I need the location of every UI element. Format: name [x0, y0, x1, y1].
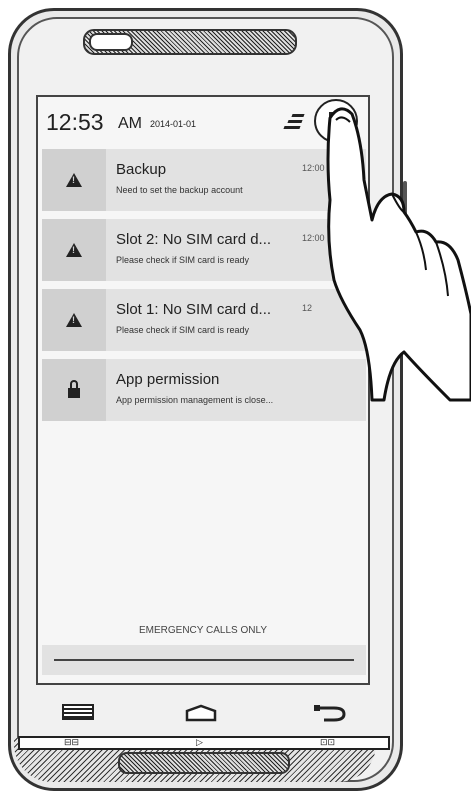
warning-icon — [66, 173, 82, 187]
notification-subtitle: App permission management is close... — [116, 395, 274, 405]
date-label: 2014-01-01 — [150, 119, 197, 129]
notification-subtitle: Need to set the backup account — [116, 185, 243, 195]
home-key-label-icon: ▷ — [196, 737, 203, 747]
clock-ampm: AM — [118, 115, 142, 132]
back-icon[interactable] — [312, 704, 348, 722]
notification-title: Slot 2: No SIM card d... — [116, 231, 272, 248]
shade-drag-handle[interactable] — [42, 645, 366, 675]
notification-subtitle: Please check if SIM card is ready — [116, 255, 250, 265]
menu-key-label-icon: ⊟⊟ — [64, 737, 80, 747]
earpiece-grille — [83, 29, 297, 55]
home-icon[interactable] — [184, 704, 218, 722]
clock-time: 12:53 — [46, 109, 104, 135]
warning-icon — [66, 313, 82, 327]
pointing-hand-illustration — [326, 107, 471, 402]
speaker-grille — [118, 752, 290, 774]
emergency-calls-label: EMERGENCY CALLS ONLY — [138, 625, 267, 636]
front-camera-sensor — [89, 33, 133, 51]
warning-icon — [66, 243, 82, 257]
key-label-row: ⊟⊟ ▷ ⊡⊡ — [18, 736, 390, 750]
notification-title: App permission — [116, 371, 220, 388]
notification-title: Slot 1: No SIM card d... — [116, 301, 272, 318]
notification-subtitle: Please check if SIM card is ready — [116, 325, 250, 335]
notification-title: Backup — [116, 161, 167, 178]
lock-icon — [68, 380, 80, 398]
back-key-label-icon: ⊡⊡ — [320, 737, 336, 747]
menu-icon[interactable] — [62, 704, 94, 720]
